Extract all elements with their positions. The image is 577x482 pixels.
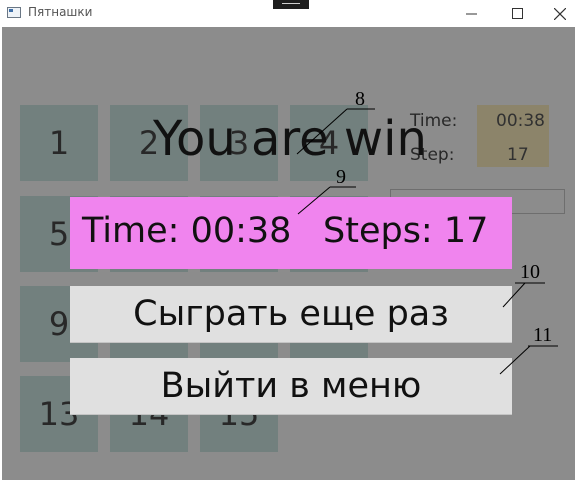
callout-9-leader	[297, 186, 331, 215]
callout-8-leader	[296, 108, 348, 155]
callout-number: 11	[533, 324, 553, 346]
callout-number: 8	[355, 88, 365, 110]
callout-leaders	[296, 108, 558, 375]
callout-11-leader	[499, 345, 531, 375]
callout-number: 10	[520, 261, 540, 283]
callout-10-leader	[502, 282, 526, 308]
callout-number: 9	[336, 166, 346, 188]
